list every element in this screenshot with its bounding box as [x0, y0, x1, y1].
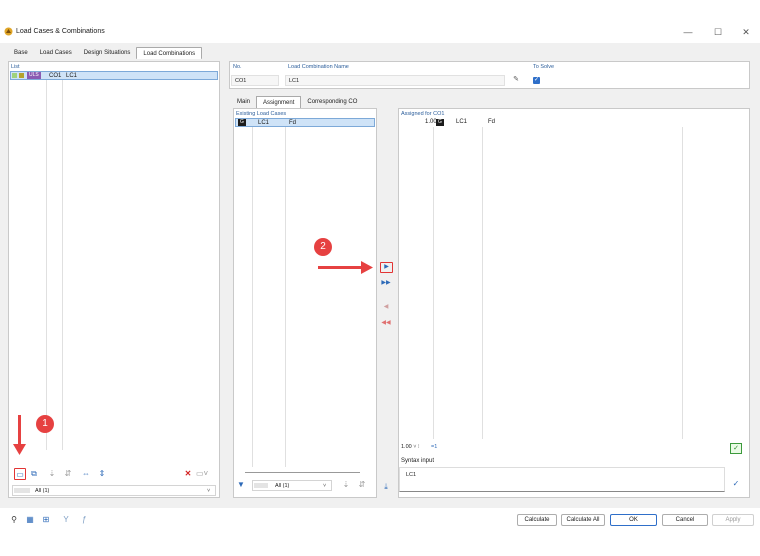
cancel-button[interactable]: Cancel: [662, 514, 708, 526]
tab-design-situations[interactable]: Design Situations: [78, 47, 137, 59]
name-label: Load Combination Name: [288, 64, 349, 70]
more-options-icon[interactable]: ▭˅: [196, 468, 208, 480]
apply-button[interactable]: Apply: [712, 514, 754, 526]
filter-icon[interactable]: Y: [60, 514, 72, 526]
ok-button[interactable]: OK: [610, 514, 657, 526]
title-bar: [0, 23, 760, 41]
delete-icon[interactable]: ✕: [182, 468, 194, 480]
scrollbar[interactable]: [245, 472, 360, 473]
tab-load-combinations[interactable]: Load Combinations: [136, 47, 203, 59]
syntax-input[interactable]: LC1: [399, 467, 725, 492]
chevron-down-icon: ˅: [207, 488, 211, 494]
factor-select[interactable]: 1.00 ˅ ⁞: [401, 444, 420, 450]
assigned-row[interactable]: 1.00 G LC1 Fd: [400, 118, 600, 127]
list-panel: [8, 61, 220, 498]
list-item[interactable]: ULS CO1 LC1: [10, 71, 218, 80]
existing-panel: [233, 108, 377, 498]
uls-badge: ULS: [27, 72, 41, 79]
edit-icon[interactable]: ✎: [510, 74, 522, 86]
list-item-name: LC1: [66, 73, 78, 79]
confirm-syntax-icon[interactable]: ✓: [730, 478, 742, 490]
list-label: List: [11, 64, 20, 70]
g-badge: G: [238, 119, 246, 126]
copy-icon[interactable]: ⧉: [28, 468, 40, 480]
assign-selected-button[interactable]: ▶: [380, 262, 393, 273]
close-button[interactable]: ✕: [738, 26, 754, 38]
set-factor-button[interactable]: =1: [431, 444, 437, 450]
main-tabs: Base Load Cases Design Situations Load C…: [8, 47, 203, 59]
existing-filter-select[interactable]: All (1) ˅: [252, 480, 332, 491]
sub-tabs: Main Assignment Corresponding CO: [231, 96, 363, 108]
tab-corresponding-co[interactable]: Corresponding CO: [301, 96, 363, 108]
no-field[interactable]: CO1: [231, 75, 279, 86]
chevron-down-icon: ˅: [323, 483, 327, 489]
renumber-icon[interactable]: ⇣: [46, 468, 58, 480]
window-title: Load Cases & Combinations: [16, 28, 105, 35]
sort-icon[interactable]: ⇵: [62, 468, 74, 480]
maximize-button[interactable]: ☐: [710, 26, 726, 38]
arrow-right-icon: [318, 266, 363, 269]
move-down-icon[interactable]: ⤓: [380, 481, 392, 493]
units-icon[interactable]: ▦: [24, 514, 36, 526]
existing-label: Existing Load Cases: [236, 111, 287, 117]
to-solve-checkbox[interactable]: ✓: [533, 77, 540, 84]
to-solve-label: To Solve: [533, 64, 555, 70]
assigned-label: Assigned for CO1: [401, 111, 445, 117]
table-icon[interactable]: ⊞: [40, 514, 52, 526]
list-filter-select[interactable]: All (1) ˅: [12, 485, 216, 496]
remove-selected-button[interactable]: ◀: [380, 301, 392, 313]
expand-icon[interactable]: ⇔: [80, 468, 92, 480]
search-icon[interactable]: ⚲: [8, 514, 20, 526]
arrow-head-icon: [13, 444, 26, 455]
name-field[interactable]: LC1: [285, 75, 505, 86]
remove-all-button[interactable]: ◀◀: [380, 317, 392, 329]
renumber-icon[interactable]: ⇣: [340, 479, 352, 491]
assigned-panel: [398, 108, 750, 498]
tab-main[interactable]: Main: [231, 96, 256, 108]
calculate-button[interactable]: Calculate: [517, 514, 557, 526]
collapse-icon[interactable]: ⇕: [96, 468, 108, 480]
arrow-down-icon: [18, 415, 21, 447]
existing-row[interactable]: G LC1 Fd: [235, 118, 375, 127]
color-swatch: [19, 73, 24, 78]
tab-base[interactable]: Base: [8, 47, 34, 59]
arrow-head-icon: [361, 261, 373, 274]
g-badge: G: [436, 119, 444, 126]
calculate-all-button[interactable]: Calculate All: [561, 514, 605, 526]
no-label: No.: [233, 64, 242, 70]
color-swatch: [12, 73, 17, 78]
assign-all-button[interactable]: ▶▶: [380, 277, 392, 289]
syntax-label: Syntax input: [401, 458, 435, 464]
tab-assignment[interactable]: Assignment: [256, 96, 302, 108]
apply-check-button[interactable]: ✓: [730, 443, 742, 454]
minimize-button[interactable]: —: [680, 26, 696, 38]
filter-icon[interactable]: ▼: [235, 479, 247, 491]
sort-icon[interactable]: ⇵: [356, 479, 368, 491]
step-marker-1: 1: [36, 415, 54, 433]
step-marker-2: 2: [314, 238, 332, 256]
list-item-no: CO1: [49, 73, 62, 79]
formula-icon[interactable]: ƒ: [78, 514, 90, 526]
assigned-factor: 1.00: [425, 119, 437, 125]
tab-load-cases[interactable]: Load Cases: [34, 47, 78, 59]
app-icon: [4, 27, 13, 36]
new-combination-icon[interactable]: ▭: [14, 468, 26, 480]
